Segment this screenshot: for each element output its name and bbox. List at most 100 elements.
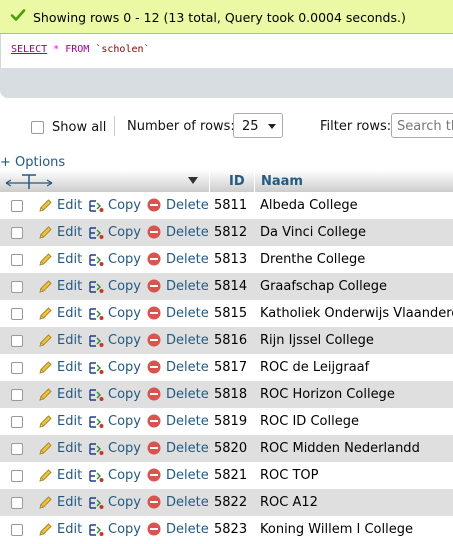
copy-icon[interactable] xyxy=(88,306,104,322)
row-checkbox[interactable] xyxy=(11,524,23,536)
row-checkbox[interactable] xyxy=(11,254,23,266)
pencil-icon[interactable] xyxy=(37,198,53,214)
row-checkbox[interactable] xyxy=(11,281,23,293)
edit-link[interactable]: Edit xyxy=(57,198,82,213)
pencil-icon[interactable] xyxy=(37,387,53,403)
row-checkbox[interactable] xyxy=(11,200,23,212)
column-header-naam[interactable]: Naam xyxy=(261,174,303,189)
row-checkbox[interactable] xyxy=(11,362,23,374)
edit-link[interactable]: Edit xyxy=(57,333,82,348)
pencil-icon[interactable] xyxy=(37,360,53,376)
edit-link[interactable]: Edit xyxy=(57,225,82,240)
show-all-label[interactable]: Show all xyxy=(52,120,106,135)
copy-link[interactable]: Copy xyxy=(108,495,141,510)
copy-icon[interactable] xyxy=(88,522,104,538)
edit-link[interactable]: Edit xyxy=(57,252,82,267)
copy-link[interactable]: Copy xyxy=(108,387,141,402)
row-checkbox[interactable] xyxy=(11,443,23,455)
delete-link[interactable]: Delete xyxy=(166,468,209,483)
delete-link[interactable]: Delete xyxy=(166,414,209,429)
pencil-icon[interactable] xyxy=(37,522,53,538)
edit-link[interactable]: Edit xyxy=(57,414,82,429)
copy-link[interactable]: Copy xyxy=(108,441,141,456)
sql-select-keyword[interactable]: SELECT xyxy=(11,44,47,55)
copy-icon[interactable] xyxy=(88,360,104,376)
column-resize-arrows-icon[interactable] xyxy=(4,172,54,190)
delete-icon[interactable] xyxy=(147,468,161,482)
edit-link[interactable]: Edit xyxy=(57,360,82,375)
row-checkbox[interactable] xyxy=(11,497,23,509)
delete-icon[interactable] xyxy=(147,333,161,347)
show-all-checkbox[interactable] xyxy=(31,121,44,134)
delete-icon[interactable] xyxy=(147,522,161,536)
delete-icon[interactable] xyxy=(147,414,161,428)
edit-link[interactable]: Edit xyxy=(57,441,82,456)
copy-link[interactable]: Copy xyxy=(108,414,141,429)
copy-icon[interactable] xyxy=(88,387,104,403)
copy-link[interactable]: Copy xyxy=(108,198,141,213)
delete-link[interactable]: Delete xyxy=(166,333,209,348)
options-link[interactable]: + Options xyxy=(0,155,65,170)
delete-icon[interactable] xyxy=(147,279,161,293)
delete-icon[interactable] xyxy=(147,495,161,509)
delete-link[interactable]: Delete xyxy=(166,387,209,402)
copy-link[interactable]: Copy xyxy=(108,333,141,348)
delete-icon[interactable] xyxy=(147,225,161,239)
edit-link[interactable]: Edit xyxy=(57,279,82,294)
delete-icon[interactable] xyxy=(147,387,161,401)
edit-link[interactable]: Edit xyxy=(57,468,82,483)
row-checkbox[interactable] xyxy=(11,227,23,239)
delete-link[interactable]: Delete xyxy=(166,522,209,537)
copy-link[interactable]: Copy xyxy=(108,306,141,321)
pencil-icon[interactable] xyxy=(37,468,53,484)
copy-link[interactable]: Copy xyxy=(108,360,141,375)
delete-icon[interactable] xyxy=(147,252,161,266)
copy-link[interactable]: Copy xyxy=(108,468,141,483)
column-header-id[interactable]: ID xyxy=(229,174,245,189)
delete-link[interactable]: Delete xyxy=(166,441,209,456)
copy-icon[interactable] xyxy=(88,468,104,484)
row-checkbox[interactable] xyxy=(11,308,23,320)
pencil-icon[interactable] xyxy=(37,495,53,511)
row-checkbox[interactable] xyxy=(11,335,23,347)
copy-icon[interactable] xyxy=(88,495,104,511)
row-checkbox[interactable] xyxy=(11,470,23,482)
edit-link[interactable]: Edit xyxy=(57,495,82,510)
delete-link[interactable]: Delete xyxy=(166,495,209,510)
pencil-icon[interactable] xyxy=(37,441,53,457)
delete-link[interactable]: Delete xyxy=(166,198,209,213)
filter-search-input[interactable]: Search this table xyxy=(391,113,453,138)
delete-link[interactable]: Delete xyxy=(166,306,209,321)
copy-icon[interactable] xyxy=(88,252,104,268)
copy-icon[interactable] xyxy=(88,414,104,430)
number-of-rows-select[interactable]: 25 xyxy=(233,113,283,138)
copy-icon[interactable] xyxy=(88,198,104,214)
copy-link[interactable]: Copy xyxy=(108,225,141,240)
pencil-icon[interactable] xyxy=(37,252,53,268)
pencil-icon[interactable] xyxy=(37,414,53,430)
row-checkbox[interactable] xyxy=(11,416,23,428)
pencil-icon[interactable] xyxy=(37,279,53,295)
copy-icon[interactable] xyxy=(88,225,104,241)
delete-link[interactable]: Delete xyxy=(166,252,209,267)
copy-link[interactable]: Copy xyxy=(108,252,141,267)
copy-icon[interactable] xyxy=(88,279,104,295)
delete-link[interactable]: Delete xyxy=(166,279,209,294)
delete-icon[interactable] xyxy=(147,441,161,455)
delete-icon[interactable] xyxy=(147,360,161,374)
delete-link[interactable]: Delete xyxy=(166,360,209,375)
edit-link[interactable]: Edit xyxy=(57,522,82,537)
edit-link[interactable]: Edit xyxy=(57,387,82,402)
sort-dropdown-icon[interactable] xyxy=(188,177,198,184)
pencil-icon[interactable] xyxy=(37,306,53,322)
copy-link[interactable]: Copy xyxy=(108,522,141,537)
copy-link[interactable]: Copy xyxy=(108,279,141,294)
row-checkbox[interactable] xyxy=(11,389,23,401)
delete-icon[interactable] xyxy=(147,306,161,320)
delete-icon[interactable] xyxy=(147,198,161,212)
copy-icon[interactable] xyxy=(88,333,104,349)
pencil-icon[interactable] xyxy=(37,225,53,241)
edit-link[interactable]: Edit xyxy=(57,306,82,321)
delete-link[interactable]: Delete xyxy=(166,225,209,240)
pencil-icon[interactable] xyxy=(37,333,53,349)
